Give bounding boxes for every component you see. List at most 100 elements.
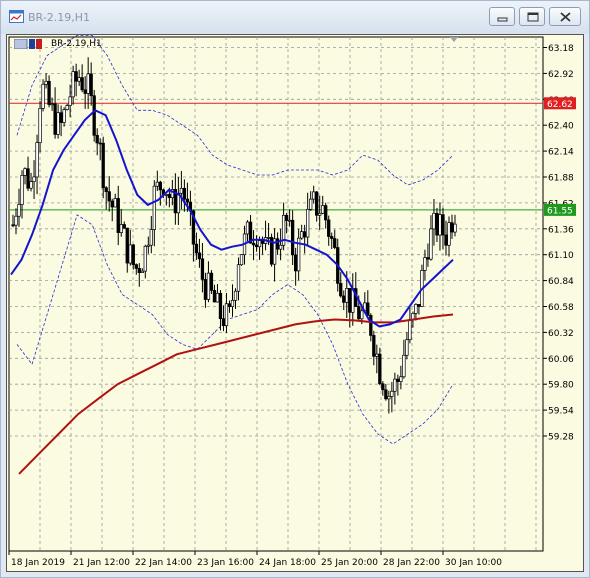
candle-body [122,224,126,229]
candle-body [345,288,349,303]
window-title: BR-2.19,H1 [28,11,90,24]
y-tick-label: 60.06 [548,355,574,365]
candle-body [293,254,298,272]
candle-body [306,208,310,238]
candle-body [218,292,223,319]
candle-body [68,96,72,106]
resistance-price-label: 62.62 [547,100,573,110]
candle-body [47,80,51,105]
maximize-button[interactable] [519,7,545,26]
candle-body [59,112,63,123]
candle-body [29,181,33,189]
y-tick-label: 59.80 [548,381,574,391]
candle-body [149,229,153,246]
candle-body [104,187,108,193]
candle-body [95,134,99,144]
candle-body [432,212,436,230]
minimize-icon [497,17,508,22]
x-tick-label: 23 Jan 16:00 [197,558,254,568]
candle-body [393,378,397,392]
candle-body [402,354,406,378]
candle-body [158,181,162,191]
close-icon [560,12,571,22]
x-tick-label: 25 Jan 20:00 [321,558,378,568]
candle-body [20,175,24,205]
candle-body [92,95,96,136]
x-tick-label: 30 Jan 10:00 [445,558,502,568]
minimize-button[interactable] [489,7,515,26]
candle-body [179,187,184,194]
candle-body [375,353,379,357]
candle-body [441,214,445,236]
candle-body [378,353,382,385]
candle-body [444,234,448,246]
candle-body [212,290,217,303]
candle-body [74,71,78,82]
candle-body [194,243,199,254]
candle-body [89,73,93,97]
candle-body [327,219,331,237]
candle-body [83,89,87,94]
candle-body [405,339,409,356]
candle-body [128,244,132,264]
candle-body [300,231,304,239]
candle-body [38,108,42,143]
candle-body [396,378,400,382]
candle-body [315,191,319,216]
y-tick-label: 62.14 [548,148,574,158]
candle-body [224,303,229,327]
candle-body [137,268,141,273]
candle-body [32,176,36,182]
title-bar[interactable]: BR-2.19,H1 [1,1,589,34]
x-tick-label: 21 Jan 12:00 [73,558,130,568]
candle-body [303,231,307,238]
candle-body [438,214,442,236]
candle-body [435,212,439,236]
candle-body [56,112,60,135]
candle-body [71,71,75,98]
price-chart[interactable]: 63.1862.9262.6662.4062.1461.8861.6261.36… [7,35,583,571]
candle-body [339,282,343,297]
candle-body [107,191,111,202]
candle-body [146,244,150,247]
candle-body [41,83,45,109]
candle-body [284,214,289,222]
candle-body [321,205,325,214]
y-tick-label: 62.40 [548,122,574,132]
y-tick-label: 62.92 [548,70,574,80]
candle-body [290,219,295,256]
chart-window: BR-2.19,H1 63.1862.9262.6662.4062.1461.8… [0,0,590,578]
candle-body [182,187,187,200]
candle-body [408,319,412,341]
candle-body [17,204,21,217]
candle-body [101,142,105,189]
candle-body [239,254,244,266]
candle-body [453,223,457,233]
candle-body [333,238,337,248]
candle-body [287,219,292,222]
candle-body [80,77,84,91]
candle-body [342,295,346,303]
candle-body [125,227,129,264]
y-tick-label: 60.84 [548,277,574,287]
candle-body [275,238,280,250]
candle-body [360,310,364,320]
candle-body [266,237,271,239]
candle-body [312,191,316,200]
bid-price-label: 61.55 [547,206,573,216]
x-tick-label: 24 Jan 18:00 [259,558,316,568]
symbol-label: BR-2.19,H1 [51,39,102,49]
candle-body [185,198,190,203]
candle-body [390,390,394,397]
candle-body [65,105,69,111]
candle-body [450,222,454,233]
close-button[interactable] [549,7,581,26]
symbol-icon [14,39,42,49]
chart-area[interactable]: 63.1862.9262.6662.4062.1461.8861.6261.36… [6,34,584,572]
candle-body [309,198,313,210]
candle-body [426,257,430,260]
x-tick-label: 28 Jan 22:00 [383,558,440,568]
candle-body [236,264,241,292]
candle-body [167,194,172,199]
y-tick-label: 61.88 [548,174,574,184]
